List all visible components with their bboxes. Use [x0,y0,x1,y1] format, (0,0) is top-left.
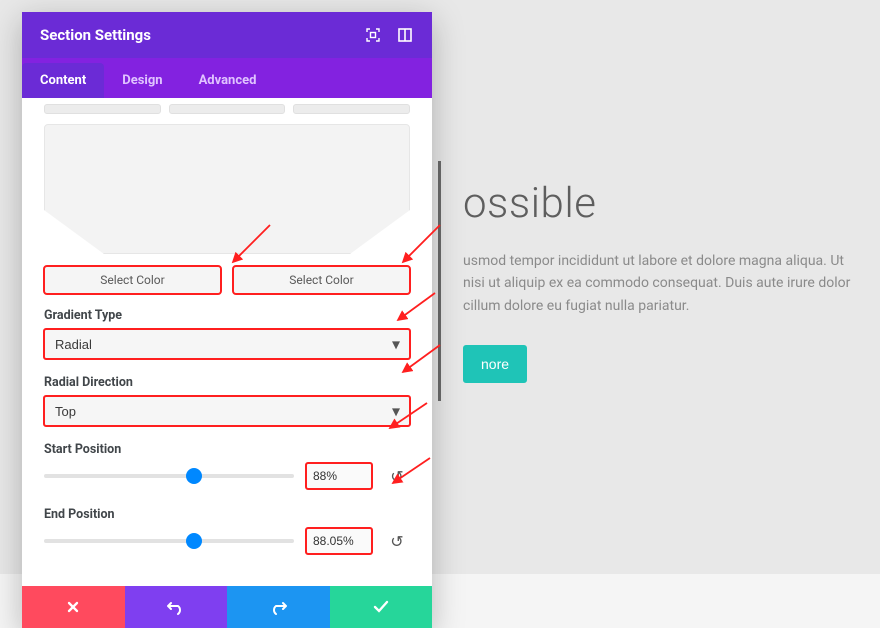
hero-paragraph: usmod tempor incididunt ut labore et dol… [463,250,858,317]
expand-icon[interactable] [396,26,414,44]
tab-content[interactable]: Content [22,63,104,98]
panel-header: Section Settings [22,12,432,58]
start-position-slider[interactable] [44,474,294,478]
radial-direction-label: Radial Direction [22,375,432,396]
end-position-label: End Position [22,507,432,528]
undo-button[interactable] [125,586,228,628]
learn-more-button[interactable]: nore [463,345,527,383]
slider-thumb[interactable] [186,468,202,484]
panel-body: Select Color Select Color Gradient Type … [22,98,432,586]
slider-thumb[interactable] [186,533,202,549]
hero-heading: ossible [463,179,858,228]
panel-tabs: Content Design Advanced [22,58,432,98]
panel-title: Section Settings [40,26,151,44]
page-hero-section: ossible usmod tempor incididunt ut labor… [438,161,858,401]
section-settings-panel: Section Settings Content Design Advanced… [22,12,432,628]
save-button[interactable] [330,586,433,628]
reset-icon[interactable]: ↺ [384,528,410,554]
preview-thumbnail [169,104,286,114]
end-position-row: ↺ [22,528,432,572]
preview-row [22,98,432,114]
cancel-button[interactable] [22,586,125,628]
header-icon-group [364,26,414,44]
gradient-type-select[interactable]: Radial [44,329,410,359]
tab-advanced[interactable]: Advanced [181,63,275,98]
snap-icon[interactable] [364,26,382,44]
gradient-preview [44,124,410,254]
tab-design[interactable]: Design [104,63,180,98]
start-position-row: ↺ [22,463,432,507]
preview-thumbnail [44,104,161,114]
gradient-type-select-wrap: Radial ▾ [44,329,410,359]
preview-thumbnail [293,104,410,114]
start-position-label: Start Position [22,442,432,463]
redo-button[interactable] [227,586,330,628]
panel-footer [22,586,432,628]
start-position-input[interactable] [306,463,372,489]
end-position-slider[interactable] [44,539,294,543]
end-position-input[interactable] [306,528,372,554]
select-color-2-button[interactable]: Select Color [233,266,410,294]
radial-direction-select-wrap: Top ▾ [44,396,410,426]
radial-direction-select[interactable]: Top [44,396,410,426]
gradient-type-label: Gradient Type [22,308,432,329]
reset-icon[interactable]: ↺ [384,463,410,489]
select-color-1-button[interactable]: Select Color [44,266,221,294]
color-picker-row: Select Color Select Color [22,266,432,308]
